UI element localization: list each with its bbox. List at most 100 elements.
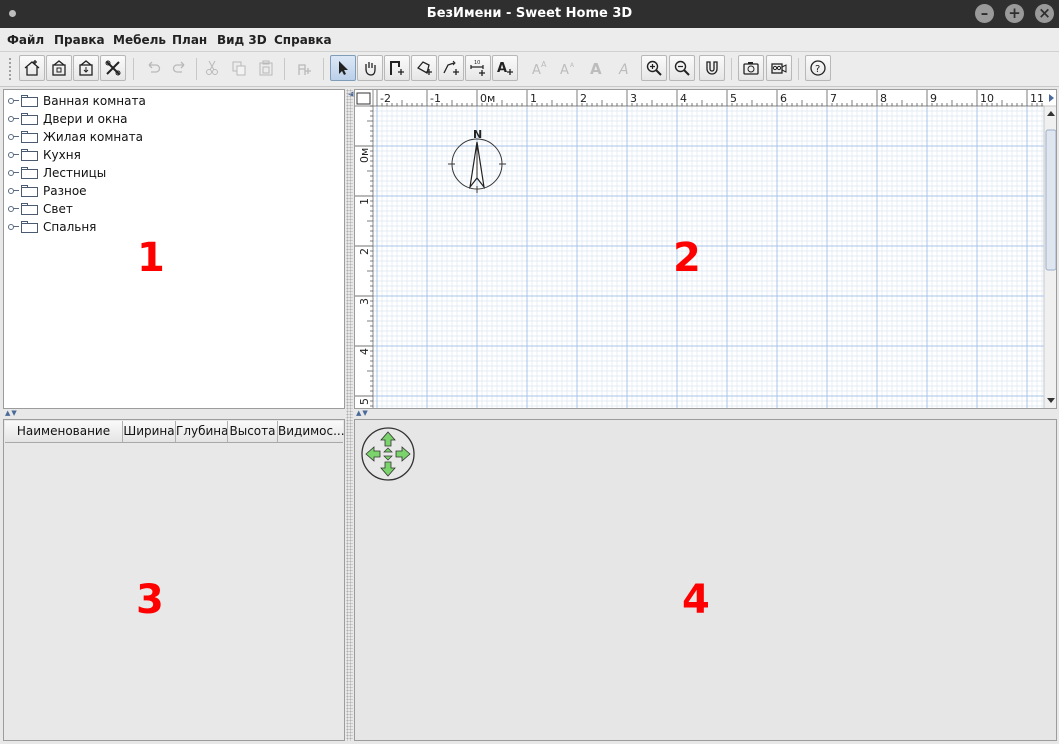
catalog-category-label: Ванная комната [43,94,146,108]
tree-expand-icon[interactable] [8,114,19,124]
svg-text:A: A [560,63,569,77]
new-home-icon[interactable] [19,55,45,81]
column-header-name[interactable]: Наименование [5,421,123,442]
column-header-width[interactable]: Ширина [123,421,176,442]
svg-text:A: A [541,60,547,69]
ruler-y-label: 1 [358,198,371,205]
toolbar-separator [133,58,134,80]
ruler-x-label: 3 [630,92,637,105]
navigation-arrows-icon[interactable] [359,424,417,484]
toolbar-grip[interactable] [8,57,12,81]
tree-expand-icon[interactable] [8,132,19,142]
catalog-category[interactable]: Двери и окна [8,110,127,128]
panel-number-4: 4 [682,577,710,623]
create-walls-icon[interactable] [384,55,410,81]
minimize-icon[interactable]: – [975,4,994,23]
tree-expand-icon[interactable] [8,222,19,232]
split-arrows-icon[interactable]: ▲▼ [356,409,369,417]
paste-icon[interactable] [253,55,279,81]
tree-expand-icon[interactable] [8,204,19,214]
add-furniture-icon[interactable] [291,55,317,81]
folder-icon [21,149,38,161]
menu-edit[interactable]: Правка [54,33,105,47]
create-photo-icon[interactable] [738,55,764,81]
cut-icon[interactable] [199,55,225,81]
bold-text-icon[interactable]: A [583,55,609,81]
magnetism-icon[interactable] [699,55,725,81]
create-polylines-icon[interactable] [438,55,464,81]
table-header: Наименование Ширина Глубина Высота Видим… [5,421,344,443]
increase-text-size-icon[interactable]: AA [527,55,553,81]
toolbar-separator [196,58,197,80]
italic-text-icon[interactable]: A [611,55,637,81]
ruler-y-label: 0м [358,148,371,163]
tree-expand-icon[interactable] [8,150,19,160]
zoom-out-icon[interactable] [669,55,695,81]
menu-plan[interactable]: План [172,33,207,47]
tree-expand-icon[interactable] [8,168,19,178]
svg-text:?: ? [815,64,820,75]
folder-icon [21,113,38,125]
create-video-icon[interactable] [766,55,792,81]
catalog-category[interactable]: Лестницы [8,164,106,182]
pan-mode-icon[interactable] [357,55,383,81]
ruler-y-label: 5 [358,398,371,405]
svg-text:A: A [618,62,629,77]
catalog-category[interactable]: Кухня [8,146,81,164]
menu-file[interactable]: Файл [7,33,44,47]
menu-furniture[interactable]: Мебель [113,33,166,47]
redo-icon[interactable] [167,55,193,81]
ruler-corner-icon [356,92,371,105]
catalog-category-label: Свет [43,202,73,216]
column-header-depth[interactable]: Глубина [176,421,228,442]
catalog-category-label: Кухня [43,148,81,162]
catalog-category-label: Двери и окна [43,112,128,126]
furniture-catalog-tree[interactable]: Ванная комната Двери и окна Жилая комнат… [3,89,345,409]
undo-icon[interactable] [140,55,166,81]
tree-expand-icon[interactable] [8,186,19,196]
select-mode-icon[interactable] [330,55,356,81]
panel-number-2: 2 [673,235,701,281]
create-dimensions-icon[interactable]: 10 [465,55,491,81]
catalog-category[interactable]: Спальня [8,218,96,236]
open-icon[interactable] [46,55,72,81]
catalog-category[interactable]: Жилая комната [8,128,143,146]
furniture-list-table[interactable]: Наименование Ширина Глубина Высота Видим… [3,419,345,741]
zoom-in-icon[interactable] [641,55,667,81]
close-icon[interactable]: × [1035,4,1054,23]
ruler-x-label: 8 [880,92,887,105]
svg-text:A: A [532,63,541,77]
svg-text:10: 10 [474,60,480,66]
vertical-splitter[interactable] [346,89,353,741]
column-header-height[interactable]: Высота [228,421,278,442]
preferences-icon[interactable] [100,55,126,81]
panel-number-3: 3 [136,577,164,623]
ruler-x-label: 10 [980,92,994,105]
help-icon[interactable]: ? [805,55,831,81]
split-arrows-icon[interactable]: ▲▼ [5,409,18,417]
save-icon[interactable] [73,55,99,81]
menu-help[interactable]: Справка [274,33,332,47]
plan-grid[interactable]: -2 -1 0м 1 2 3 4 5 6 7 8 9 10 11 0м 1 2 3 4 5 N [355,90,1057,409]
ruler-y-label: 2 [358,248,371,255]
folder-icon [21,131,38,143]
decrease-text-size-icon[interactable]: AA [555,55,581,81]
ruler-x-label: 5 [730,92,737,105]
create-rooms-icon[interactable] [411,55,437,81]
toolbar-separator [798,58,799,80]
maximize-icon[interactable]: + [1005,4,1024,23]
catalog-category[interactable]: Ванная комната [8,92,146,110]
catalog-category[interactable]: Разное [8,182,87,200]
column-header-visible[interactable]: Видимос... [278,421,344,442]
catalog-category[interactable]: Свет [8,200,73,218]
ruler-y-label: 4 [358,348,371,355]
ruler-x-label: 6 [780,92,787,105]
tree-expand-icon[interactable] [8,96,19,106]
add-text-icon[interactable]: A [492,55,518,81]
copy-icon[interactable] [226,55,252,81]
toolbar-separator [284,58,285,80]
ruler-x-label: -2 [380,92,391,105]
ruler-x-label: 7 [830,92,837,105]
menu-3d-view[interactable]: Вид 3D [217,33,267,47]
plan-view[interactable]: -2 -1 0м 1 2 3 4 5 6 7 8 9 10 11 0м 1 2 3 4 5 N [354,89,1057,409]
